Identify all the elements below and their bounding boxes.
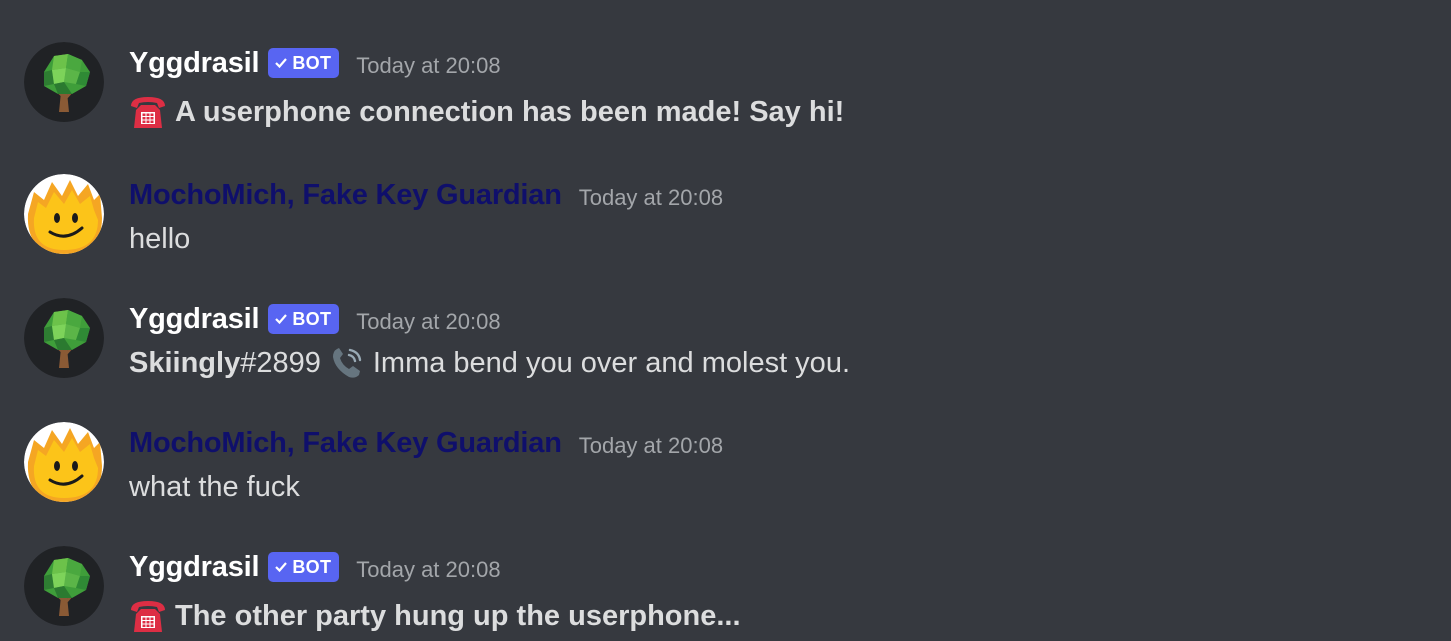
message-content: hello bbox=[129, 219, 190, 259]
bot-tag-label: BOT bbox=[292, 556, 332, 577]
username[interactable]: Yggdrasil bbox=[129, 47, 260, 80]
bot-tag-label: BOT bbox=[292, 52, 332, 73]
message: Yggdrasil BOT Today at 20:08 bbox=[0, 42, 1451, 152]
message: MochoMich, Fake Key Guardian Today at 20… bbox=[0, 422, 1451, 532]
message-content: what the fuck bbox=[129, 467, 300, 507]
sender-name: Skiingly bbox=[129, 346, 241, 379]
verified-check-icon bbox=[274, 56, 288, 70]
telephone-icon bbox=[129, 94, 167, 130]
tree-icon bbox=[24, 42, 104, 122]
username[interactable]: MochoMich, Fake Key Guardian bbox=[129, 179, 562, 212]
username[interactable]: MochoMich, Fake Key Guardian bbox=[129, 427, 562, 460]
message-text: what the fuck bbox=[129, 470, 300, 503]
bot-tag: BOT bbox=[268, 552, 340, 582]
message-text: A userphone connection has been made! Sa… bbox=[175, 95, 845, 128]
flame-face-icon bbox=[24, 422, 104, 502]
message-header: MochoMich, Fake Key Guardian Today at 20… bbox=[129, 175, 723, 215]
message-text: The other party hung up the userphone... bbox=[175, 599, 741, 632]
verified-check-icon bbox=[274, 312, 288, 326]
flame-face-icon bbox=[24, 174, 104, 254]
message-header: MochoMich, Fake Key Guardian Today at 20… bbox=[129, 423, 723, 463]
phone-receiver-icon bbox=[329, 345, 365, 381]
message: MochoMich, Fake Key Guardian Today at 20… bbox=[0, 174, 1451, 284]
avatar[interactable] bbox=[24, 42, 104, 122]
avatar[interactable] bbox=[24, 546, 104, 626]
message-header: Yggdrasil BOT Today at 20:08 bbox=[129, 547, 501, 587]
verified-check-icon bbox=[274, 560, 288, 574]
timestamp[interactable]: Today at 20:08 bbox=[356, 53, 500, 79]
sender-discriminator: #2899 bbox=[240, 346, 321, 379]
tree-icon bbox=[24, 298, 104, 378]
username[interactable]: Yggdrasil bbox=[129, 551, 260, 584]
message: Yggdrasil BOT Today at 20:08 Skiingly #2… bbox=[0, 298, 1451, 408]
message-content: A userphone connection has been made! Sa… bbox=[129, 92, 844, 132]
message-header: Yggdrasil BOT Today at 20:08 bbox=[129, 299, 501, 339]
timestamp[interactable]: Today at 20:08 bbox=[579, 185, 723, 211]
message-text: Imma bend you over and molest you. bbox=[372, 346, 850, 379]
username[interactable]: Yggdrasil bbox=[129, 303, 260, 336]
timestamp[interactable]: Today at 20:08 bbox=[356, 557, 500, 583]
bot-tag: BOT bbox=[268, 48, 340, 78]
timestamp[interactable]: Today at 20:08 bbox=[579, 433, 723, 459]
bot-tag: BOT bbox=[268, 304, 340, 334]
telephone-icon bbox=[129, 598, 167, 634]
avatar[interactable] bbox=[24, 174, 104, 254]
bot-tag-label: BOT bbox=[292, 308, 332, 329]
timestamp[interactable]: Today at 20:08 bbox=[356, 309, 500, 335]
message: Yggdrasil BOT Today at 20:08 bbox=[0, 546, 1451, 641]
message-content: The other party hung up the userphone... bbox=[129, 596, 741, 636]
message-header: Yggdrasil BOT Today at 20:08 bbox=[129, 43, 501, 83]
message-content: Skiingly #2899 Imma bend you over and mo… bbox=[129, 343, 850, 383]
tree-icon bbox=[24, 546, 104, 626]
avatar[interactable] bbox=[24, 298, 104, 378]
avatar[interactable] bbox=[24, 422, 104, 502]
chat-log: Yggdrasil BOT Today at 20:08 A userphone… bbox=[0, 0, 1451, 641]
message-text: hello bbox=[129, 222, 191, 255]
